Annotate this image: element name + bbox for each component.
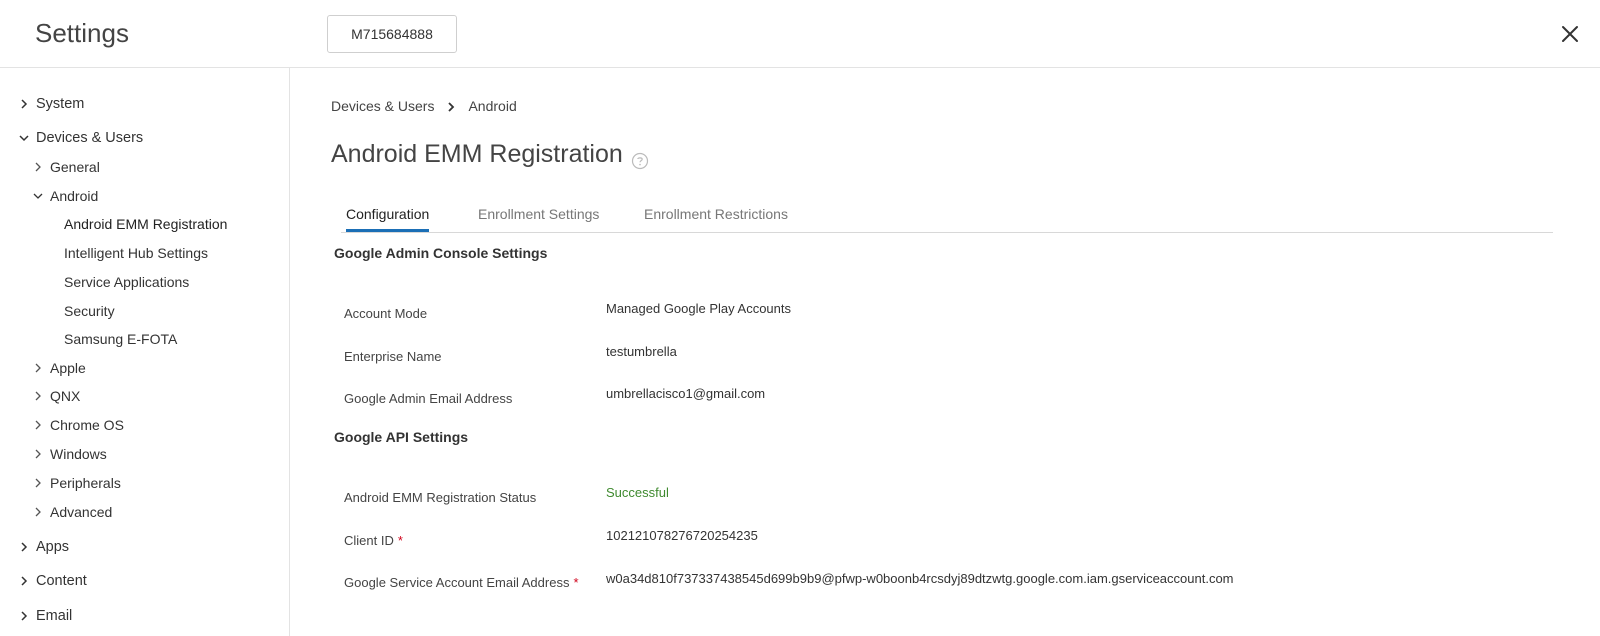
- chevron-down-icon: [32, 190, 44, 202]
- service-account-email-label-text: Google Service Account Email Address: [344, 575, 570, 590]
- chevron-right-icon: [18, 575, 30, 587]
- sidebar-item-windows[interactable]: Windows: [32, 446, 107, 462]
- sidebar-item-label: Advanced: [50, 504, 113, 520]
- admin-email-label: Google Admin Email Address: [344, 391, 513, 406]
- sidebar-item-security[interactable]: Security: [64, 303, 115, 319]
- sidebar-item-android-emm-registration[interactable]: Android EMM Registration: [64, 216, 227, 232]
- sidebar-item-label: Android: [50, 188, 99, 204]
- chevron-right-icon: [32, 390, 44, 402]
- settings-header: Settings M715684888: [0, 0, 1600, 68]
- account-mode-label: Account Mode: [344, 306, 428, 321]
- service-account-email-value: w0a34d810f737337438545d699b9b9@pfwp-w0bo…: [606, 571, 1234, 586]
- chevron-right-icon: [32, 161, 44, 173]
- chevron-right-icon: [32, 506, 44, 518]
- tab-enrollment-settings[interactable]: Enrollment Settings: [478, 206, 599, 232]
- registration-status-label: Android EMM Registration Status: [344, 490, 537, 505]
- client-id-label: Client ID *: [344, 533, 403, 548]
- required-marker: *: [573, 575, 579, 590]
- sidebar-item-content[interactable]: Content: [18, 573, 87, 589]
- chevron-right-icon: [32, 448, 44, 460]
- settings-title: Settings: [35, 18, 129, 48]
- required-marker: *: [397, 533, 403, 548]
- breadcrumb-devices-users[interactable]: Devices & Users: [331, 98, 434, 114]
- chevron-right-icon: [32, 477, 44, 489]
- sidebar-item-label: System: [36, 96, 85, 112]
- page-title: Android EMM Registration: [331, 140, 623, 168]
- sidebar-item-devices-users[interactable]: Devices & Users: [18, 130, 143, 146]
- sidebar-item-label: Email: [36, 608, 73, 624]
- tab-bar: Configuration Enrollment Settings Enroll…: [341, 200, 1553, 233]
- sidebar-item-general[interactable]: General: [32, 159, 100, 175]
- sidebar-item-qnx[interactable]: QNX: [32, 388, 80, 404]
- client-id-value: 102121078276720254235: [606, 528, 758, 543]
- sidebar-item-apps[interactable]: Apps: [18, 539, 69, 555]
- settings-sidebar: System Devices & Users General Android A…: [0, 68, 290, 636]
- tab-configuration[interactable]: Configuration: [346, 206, 430, 232]
- breadcrumb: Devices & Users Android: [331, 98, 517, 114]
- account-mode-value: Managed Google Play Accounts: [606, 301, 792, 316]
- main-content: Devices & Users Android Android EMM Regi…: [291, 68, 1600, 636]
- tab-enrollment-restrictions[interactable]: Enrollment Restrictions: [644, 206, 788, 232]
- chevron-right-icon: [446, 100, 456, 112]
- chevron-right-icon: [18, 541, 30, 553]
- sidebar-item-android[interactable]: Android: [32, 188, 98, 204]
- google-admin-section-title: Google Admin Console Settings: [334, 245, 548, 261]
- chevron-right-icon: [18, 610, 30, 622]
- sidebar-item-peripherals[interactable]: Peripherals: [32, 475, 121, 491]
- service-account-email-label: Google Service Account Email Address *: [344, 575, 579, 590]
- admin-email-value: umbrellacisco1@gmail.com: [606, 386, 766, 401]
- registration-status-value: Successful: [606, 485, 669, 500]
- sidebar-item-label: QNX: [50, 388, 81, 404]
- close-icon[interactable]: [1558, 22, 1582, 46]
- organization-group-button[interactable]: M715684888: [327, 15, 457, 53]
- sidebar-item-system[interactable]: System: [18, 96, 84, 112]
- enterprise-name-value: testumbrella: [606, 344, 677, 359]
- sidebar-item-label: Apple: [50, 360, 86, 376]
- help-icon[interactable]: [631, 148, 649, 169]
- client-id-label-text: Client ID: [344, 533, 394, 548]
- sidebar-item-apple[interactable]: Apple: [32, 360, 86, 376]
- sidebar-item-label: Windows: [50, 446, 107, 462]
- sidebar-item-service-applications[interactable]: Service Applications: [64, 274, 189, 290]
- enterprise-name-label: Enterprise Name: [344, 349, 442, 364]
- sidebar-item-email[interactable]: Email: [18, 608, 72, 624]
- sidebar-item-label: Devices & Users: [36, 130, 144, 146]
- page-title-row: Android EMM Registration: [331, 140, 649, 169]
- sidebar-item-chrome-os[interactable]: Chrome OS: [32, 417, 124, 433]
- chevron-right-icon: [18, 98, 30, 110]
- sidebar-item-label: Chrome OS: [50, 417, 124, 433]
- sidebar-item-label: General: [50, 159, 100, 175]
- chevron-right-icon: [32, 362, 44, 374]
- sidebar-item-advanced[interactable]: Advanced: [32, 504, 112, 520]
- sidebar-item-intelligent-hub-settings[interactable]: Intelligent Hub Settings: [64, 245, 208, 261]
- google-api-section-title: Google API Settings: [334, 429, 469, 445]
- sidebar-item-samsung-e-fota[interactable]: Samsung E-FOTA: [64, 331, 177, 347]
- sidebar-item-label: Apps: [36, 539, 70, 555]
- chevron-down-icon: [18, 132, 30, 144]
- chevron-right-icon: [32, 419, 44, 431]
- sidebar-item-label: Content: [36, 573, 87, 589]
- breadcrumb-android[interactable]: Android: [468, 98, 516, 114]
- sidebar-item-label: Peripherals: [50, 475, 121, 491]
